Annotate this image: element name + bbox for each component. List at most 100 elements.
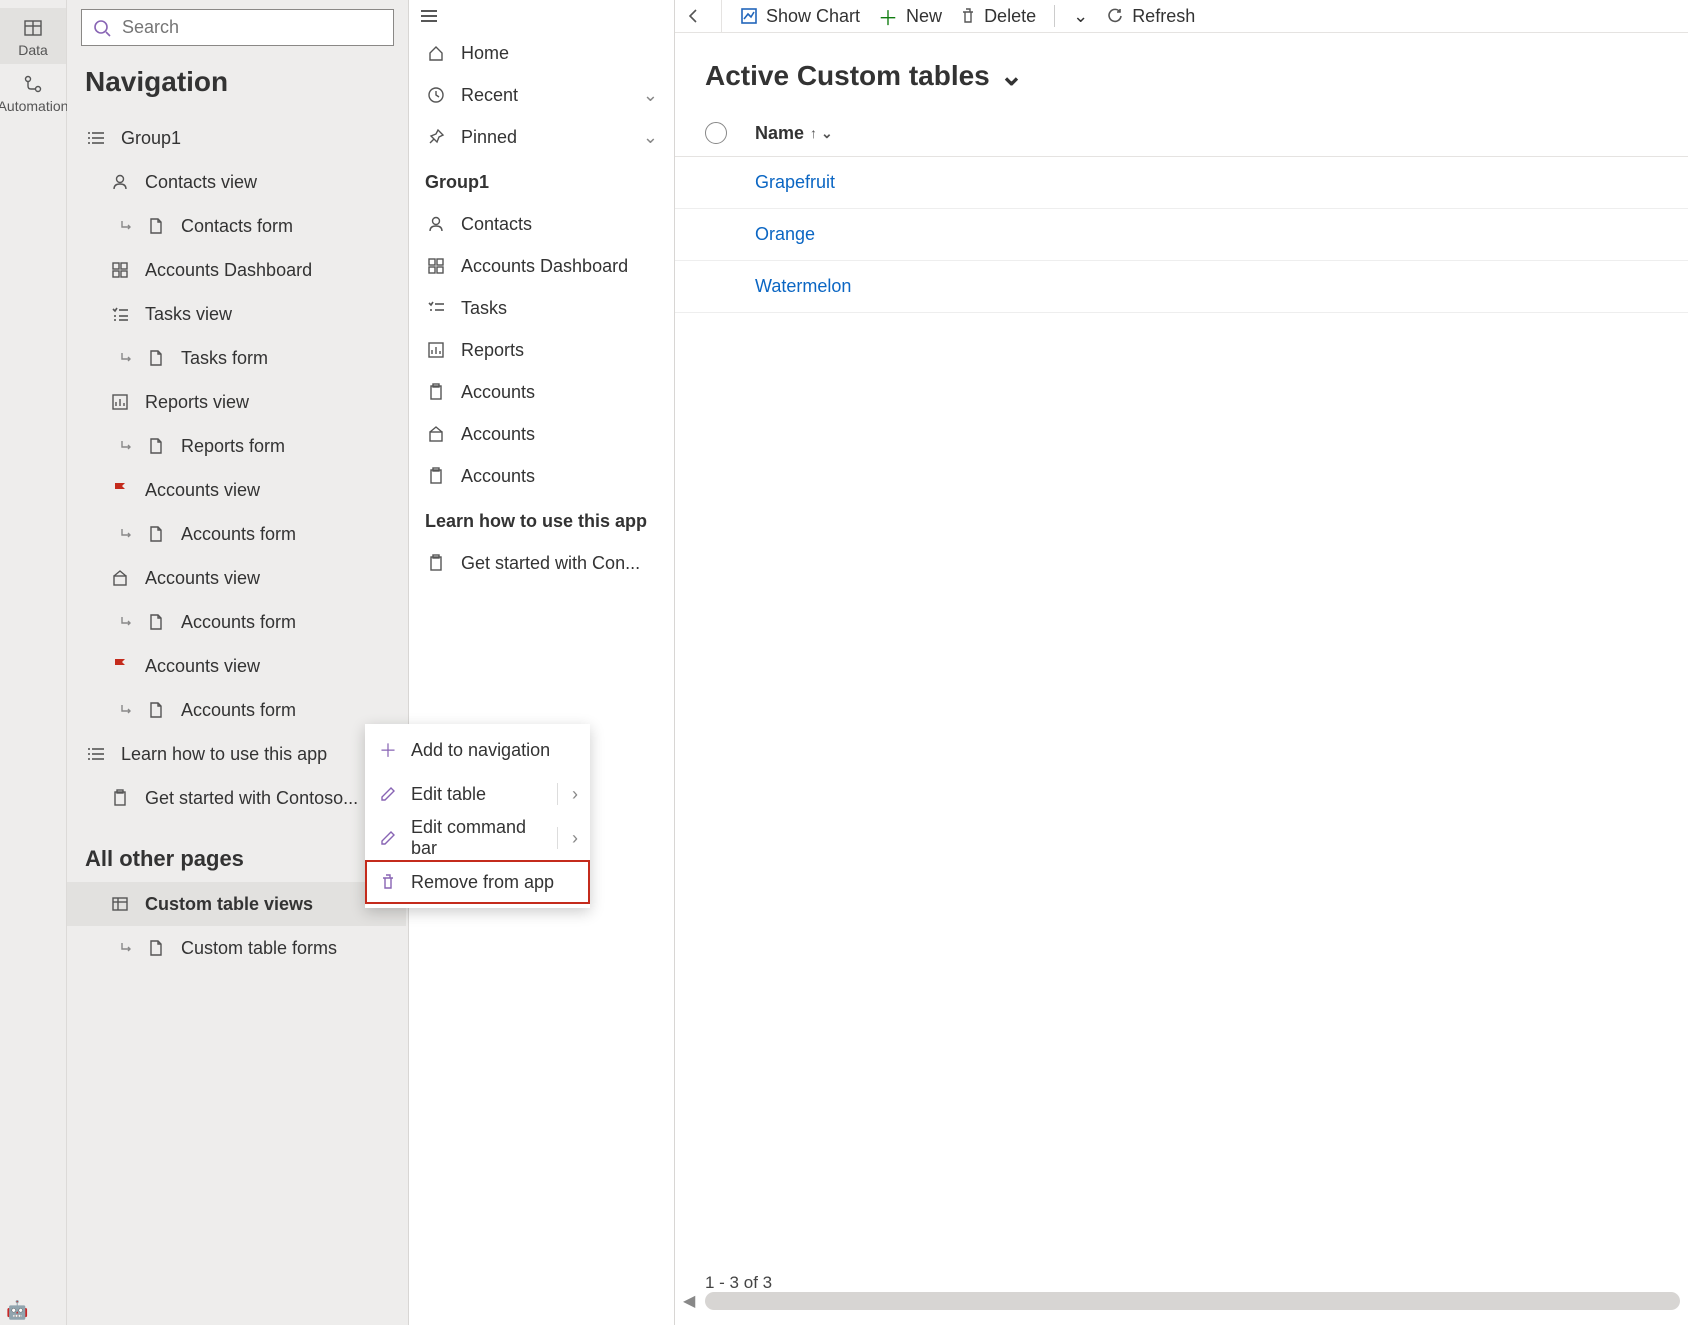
nav-item-custom-views[interactable]: Custom table views ⋯ <box>67 882 406 926</box>
dashboard-icon <box>425 257 447 275</box>
sitemap-panel: Home Recent ⌄ Pinned ⌄ Group1 Contacts A… <box>408 0 675 1325</box>
table-row[interactable]: Watermelon <box>675 261 1688 313</box>
mid-item-getstarted[interactable]: Get started with Con... <box>409 542 674 584</box>
nav-item-tasks-form[interactable]: Tasks form <box>67 336 406 380</box>
nav-item-accounts-dashboard[interactable]: Accounts Dashboard <box>67 248 406 292</box>
ctx-label: Edit command bar <box>411 817 549 859</box>
nav-item-contacts-form[interactable]: Contacts form <box>67 204 406 248</box>
nav-item-getstarted[interactable]: Get started with Contoso... ⋯ <box>67 776 406 820</box>
nav-title: Navigation <box>67 52 408 116</box>
nav-label: Reports form <box>181 436 285 457</box>
sort-asc-icon: ↑ <box>810 125 817 141</box>
column-name[interactable]: Name <box>755 123 804 144</box>
dashboard-icon <box>109 261 131 279</box>
pencil-icon <box>377 830 399 846</box>
nav-item-reports-view[interactable]: Reports view <box>67 380 406 424</box>
chevron-down-icon[interactable]: ⌄ <box>821 125 833 142</box>
nav-label: Custom table forms <box>181 938 337 959</box>
mid-item-recent[interactable]: Recent ⌄ <box>409 74 674 116</box>
rail-item-data[interactable]: Data <box>0 8 66 64</box>
subitem-icon <box>115 703 137 717</box>
accounts-icon <box>425 425 447 443</box>
nav-group-learn[interactable]: Learn how to use this app <box>67 732 406 776</box>
form-icon <box>145 939 167 957</box>
nav-label: Contacts form <box>181 216 293 237</box>
new-button[interactable]: ＋ New <box>878 2 942 31</box>
mid-label: Get started with Con... <box>461 553 658 574</box>
nav-item-accounts-form-1[interactable]: Accounts form <box>67 512 406 556</box>
mid-item-accounts-dashboard[interactable]: Accounts Dashboard <box>409 245 674 287</box>
select-all-checkbox[interactable] <box>705 122 727 144</box>
mid-item-tasks[interactable]: Tasks <box>409 287 674 329</box>
scrollbar-track[interactable] <box>705 1292 1680 1310</box>
nav-item-accounts-form-2[interactable]: Accounts form <box>67 600 406 644</box>
trash-icon <box>377 873 399 891</box>
accounts-icon <box>109 569 131 587</box>
ctx-edit-command-bar[interactable]: Edit command bar › <box>365 816 590 860</box>
view-selector[interactable]: Active Custom tables ⌄ <box>675 33 1688 110</box>
nav-label: Accounts view <box>145 480 260 501</box>
show-chart-button[interactable]: Show Chart <box>740 6 860 27</box>
form-icon <box>145 437 167 455</box>
rail-item-automation[interactable]: Automation <box>0 64 66 120</box>
record-link[interactable]: Watermelon <box>755 276 851 297</box>
ctx-add-to-nav[interactable]: ＋ Add to navigation <box>365 728 590 772</box>
list-icon <box>85 746 107 762</box>
nav-section-allother: All other pages <box>67 820 406 882</box>
chevron-down-icon: ⌄ <box>1000 59 1023 92</box>
subitem-icon <box>115 941 137 955</box>
pin-icon <box>425 128 447 146</box>
clipboard-icon <box>425 554 447 572</box>
delete-button[interactable]: Delete <box>960 6 1036 27</box>
record-link[interactable]: Orange <box>755 224 815 245</box>
delete-split-button[interactable]: ⌄ <box>1073 6 1088 27</box>
back-button[interactable] <box>685 7 703 25</box>
hamburger-button[interactable] <box>409 6 674 32</box>
mid-item-accounts-2[interactable]: Accounts <box>409 413 674 455</box>
context-menu: ＋ Add to navigation Edit table › Edit co… <box>365 724 590 908</box>
nav-label: Accounts view <box>145 568 260 589</box>
nav-label: Accounts Dashboard <box>145 260 312 281</box>
table-row[interactable]: Orange <box>675 209 1688 261</box>
bot-icon[interactable]: 🤖 <box>6 1300 28 1321</box>
nav-item-tasks-view[interactable]: Tasks view <box>67 292 406 336</box>
subitem-icon <box>115 527 137 541</box>
ctx-edit-table[interactable]: Edit table › <box>365 772 590 816</box>
nav-item-accounts-view-3[interactable]: Accounts view <box>67 644 406 688</box>
main-content: Show Chart ＋ New Delete ⌄ Refresh Active… <box>675 0 1688 1325</box>
mid-label: Accounts Dashboard <box>461 256 658 277</box>
mid-item-accounts-1[interactable]: Accounts <box>409 371 674 413</box>
clock-icon <box>425 86 447 104</box>
nav-group[interactable]: Group1 <box>67 116 406 160</box>
nav-item-accounts-view-2[interactable]: Accounts view <box>67 556 406 600</box>
left-rail: Data Automation 🤖 <box>0 0 67 1325</box>
search-box[interactable] <box>81 9 394 46</box>
scroll-left-icon[interactable]: ◀ <box>683 1291 705 1311</box>
mid-item-home[interactable]: Home <box>409 32 674 74</box>
nav-item-contacts-view[interactable]: Contacts view <box>67 160 406 204</box>
record-count: 1 - 3 of 3 <box>705 1273 772 1293</box>
mid-item-contacts[interactable]: Contacts <box>409 203 674 245</box>
subitem-icon <box>115 615 137 629</box>
mid-label: Accounts <box>461 382 658 403</box>
ctx-label: Remove from app <box>411 872 578 893</box>
record-link[interactable]: Grapefruit <box>755 172 835 193</box>
nav-item-reports-form[interactable]: Reports form <box>67 424 406 468</box>
command-bar: Show Chart ＋ New Delete ⌄ Refresh <box>675 0 1688 33</box>
mid-item-reports[interactable]: Reports <box>409 329 674 371</box>
mid-item-pinned[interactable]: Pinned ⌄ <box>409 116 674 158</box>
nav-item-accounts-view-1[interactable]: Accounts view <box>67 468 406 512</box>
ctx-remove-from-app[interactable]: Remove from app <box>365 860 590 904</box>
navigation-panel: Navigation Group1 Contacts view Contacts… <box>67 0 408 1325</box>
refresh-button[interactable]: Refresh <box>1106 6 1195 27</box>
horizontal-scrollbar[interactable]: ◀ <box>675 1291 1688 1311</box>
mid-label: Accounts <box>461 424 658 445</box>
mid-item-accounts-3[interactable]: Accounts <box>409 455 674 497</box>
table-row[interactable]: Grapefruit <box>675 157 1688 209</box>
mid-label: Accounts <box>461 466 658 487</box>
nav-item-custom-forms[interactable]: Custom table forms <box>67 926 406 970</box>
mid-label: Tasks <box>461 298 658 319</box>
subitem-icon <box>115 219 137 233</box>
search-input[interactable] <box>120 16 383 39</box>
nav-item-accounts-form-3[interactable]: Accounts form <box>67 688 406 732</box>
